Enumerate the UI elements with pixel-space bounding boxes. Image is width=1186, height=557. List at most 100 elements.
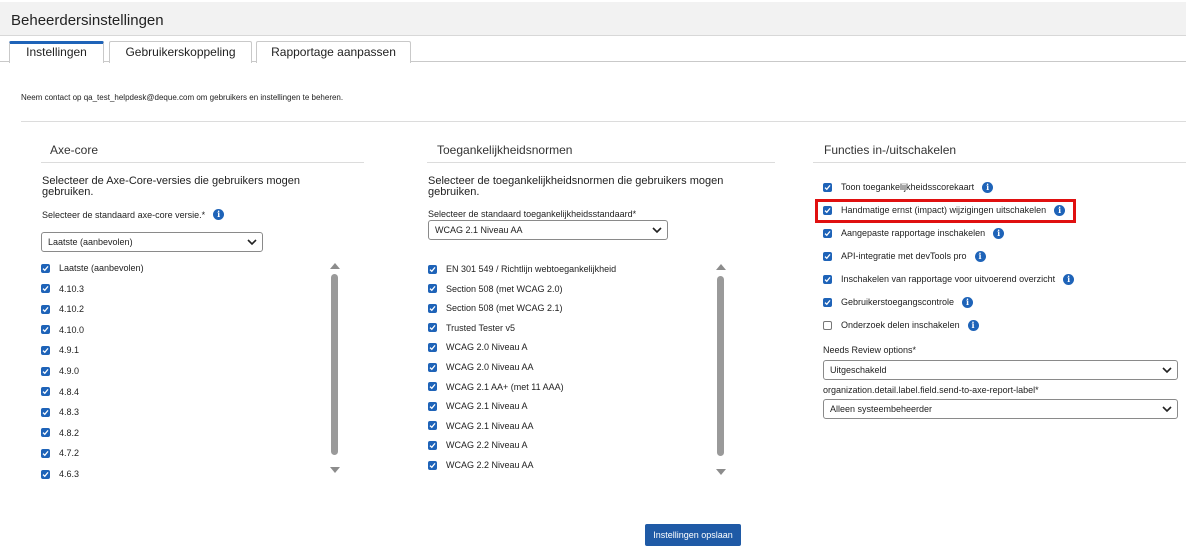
axe-list-scrollbar[interactable]	[331, 274, 338, 455]
list-item[interactable]: 4.10.0	[41, 323, 84, 337]
checkbox-checked[interactable]	[428, 440, 437, 450]
list-item-label: 4.9.0	[59, 366, 80, 376]
checkbox-checked[interactable]	[428, 421, 437, 431]
checkbox-checked[interactable]	[41, 325, 50, 335]
list-item[interactable]: 4.8.3	[41, 405, 79, 419]
checkbox-checked[interactable]	[823, 297, 832, 307]
axe-default-label: Selecteer de standaard axe-core versie.*…	[42, 209, 225, 220]
checkbox-unchecked[interactable]	[823, 320, 832, 330]
checkbox-checked[interactable]	[41, 366, 50, 376]
checkbox-checked[interactable]	[428, 362, 437, 372]
list-item-label: Section 508 (met WCAG 2.0)	[446, 283, 563, 294]
tab-instellingen[interactable]: Instellingen	[9, 41, 104, 63]
needs-review-select[interactable]: Uitgeschakeld	[823, 360, 1178, 380]
list-item[interactable]: Gebruikerstoegangscontrole i	[823, 295, 974, 309]
info-icon[interactable]: i	[982, 181, 994, 193]
standards-list: EN 301 549 / Richtlijn webtoegankelijkhe…	[428, 262, 708, 478]
chevron-down-icon	[652, 227, 662, 234]
list-item[interactable]: 4.9.0	[41, 364, 79, 378]
scroll-down-arrow[interactable]	[716, 469, 726, 475]
info-icon[interactable]: i	[962, 296, 974, 308]
list-item[interactable]: WCAG 2.2 Niveau A	[428, 438, 528, 452]
checkbox-checked[interactable]	[41, 304, 50, 314]
list-item[interactable]: WCAG 2.1 Niveau A	[428, 399, 528, 413]
checkbox-checked[interactable]	[41, 448, 50, 458]
checkbox-checked[interactable]	[428, 342, 437, 352]
send-report-select[interactable]: Alleen systeembeheerder	[823, 399, 1178, 419]
checkmark-icon	[429, 442, 436, 449]
checkbox-checked[interactable]	[41, 407, 50, 417]
list-item[interactable]: Trusted Tester v5	[428, 321, 515, 335]
scroll-up-arrow[interactable]	[716, 264, 726, 270]
list-item-label: 4.8.2	[59, 427, 80, 438]
list-item[interactable]: 4.10.2	[41, 302, 84, 316]
info-icon[interactable]: i	[993, 227, 1005, 239]
list-item[interactable]: API-integratie met devTools pro i	[823, 249, 986, 263]
chevron-down-icon	[247, 239, 257, 246]
checkbox-checked[interactable]	[823, 182, 832, 192]
standards-default-select[interactable]: WCAG 2.1 Niveau AA	[428, 220, 668, 240]
checkbox-checked[interactable]	[41, 428, 50, 438]
list-item[interactable]: 4.10.3	[41, 282, 84, 296]
list-item[interactable]: EN 301 549 / Richtlijn webtoegankelijkhe…	[428, 262, 616, 276]
checkmark-icon	[429, 266, 436, 272]
checkbox-checked[interactable]	[428, 323, 437, 333]
list-item-label: WCAG 2.2 Niveau A	[446, 440, 528, 451]
list-item[interactable]: 4.6.3	[41, 467, 79, 479]
checkbox-checked[interactable]	[41, 469, 50, 479]
list-item[interactable]: Laatste (aanbevolen)	[41, 261, 144, 275]
list-item[interactable]: WCAG 2.1 Niveau AA	[428, 419, 534, 433]
standards-list-scrollbar[interactable]	[717, 276, 724, 456]
axe-core-description: Selecteer de Axe-Core-versies die gebrui…	[42, 175, 301, 198]
title-bar: Beheerdersinstellingen	[0, 2, 1186, 36]
checkbox-checked[interactable]	[41, 284, 50, 294]
checkbox-checked[interactable]	[428, 382, 437, 392]
list-item[interactable]: Inschakelen van rapportage voor uitvoere…	[823, 272, 1075, 286]
checkmark-icon	[429, 403, 436, 409]
list-item[interactable]: Toon toegankelijkheidsscorekaart i	[823, 180, 994, 194]
checkbox-checked[interactable]	[428, 284, 437, 294]
checkbox-checked[interactable]	[823, 274, 832, 284]
list-item[interactable]: 4.8.4	[41, 385, 79, 399]
tab-gebruikerskoppeling[interactable]: Gebruikerskoppeling	[109, 41, 252, 63]
checkmark-icon	[42, 471, 49, 477]
list-item[interactable]: Section 508 (met WCAG 2.0)	[428, 282, 563, 296]
list-item-label: 4.6.3	[59, 469, 80, 479]
info-icon[interactable]: i	[967, 319, 979, 331]
list-item[interactable]: WCAG 2.1 AA+ (met 11 AAA)	[428, 380, 564, 394]
checkbox-checked[interactable]	[823, 251, 832, 261]
list-item[interactable]: WCAG 2.0 Niveau A	[428, 340, 528, 354]
list-item-label: 4.10.0	[59, 324, 85, 335]
checkbox-checked[interactable]	[41, 345, 50, 355]
scroll-up-arrow[interactable]	[330, 263, 340, 269]
checkbox-checked[interactable]	[428, 264, 437, 274]
checkbox-checked[interactable]	[428, 303, 437, 313]
checkmark-icon	[429, 423, 436, 429]
checkbox-checked[interactable]	[428, 460, 437, 470]
checkmark-icon	[42, 347, 49, 354]
info-icon[interactable]: i	[974, 250, 986, 262]
tab-rapportage-aanpassen[interactable]: Rapportage aanpassen	[256, 41, 411, 63]
checkbox-checked[interactable]	[41, 387, 50, 397]
list-item[interactable]: Section 508 (met WCAG 2.1)	[428, 301, 563, 315]
info-icon[interactable]: i	[1063, 273, 1075, 285]
axe-default-select[interactable]: Laatste (aanbevolen)	[41, 232, 263, 252]
list-item[interactable]: Onderzoek delen inschakelen i	[823, 318, 979, 332]
save-settings-button[interactable]: Instellingen opslaan	[645, 524, 741, 546]
list-item[interactable]: WCAG 2.2 Niveau AA	[428, 458, 534, 472]
checkbox-checked[interactable]	[823, 228, 832, 238]
info-icon[interactable]: i	[213, 209, 225, 220]
checkbox-checked[interactable]	[428, 401, 437, 411]
checkmark-icon	[42, 286, 49, 292]
list-item[interactable]: 4.8.2	[41, 426, 79, 440]
list-item[interactable]: 4.7.2	[41, 446, 79, 460]
checkmark-icon	[824, 184, 831, 190]
list-item[interactable]: Aangepaste rapportage inschakelen i	[823, 226, 1005, 240]
checkbox-checked[interactable]	[41, 263, 50, 273]
list-item[interactable]: 4.9.1	[41, 343, 79, 357]
list-item-label: 4.8.3	[59, 407, 80, 418]
features-heading: Functies in-/uitschakelen	[824, 143, 957, 157]
checkmark-icon	[429, 462, 436, 468]
scroll-down-arrow[interactable]	[330, 467, 340, 473]
list-item[interactable]: WCAG 2.0 Niveau AA	[428, 360, 534, 374]
